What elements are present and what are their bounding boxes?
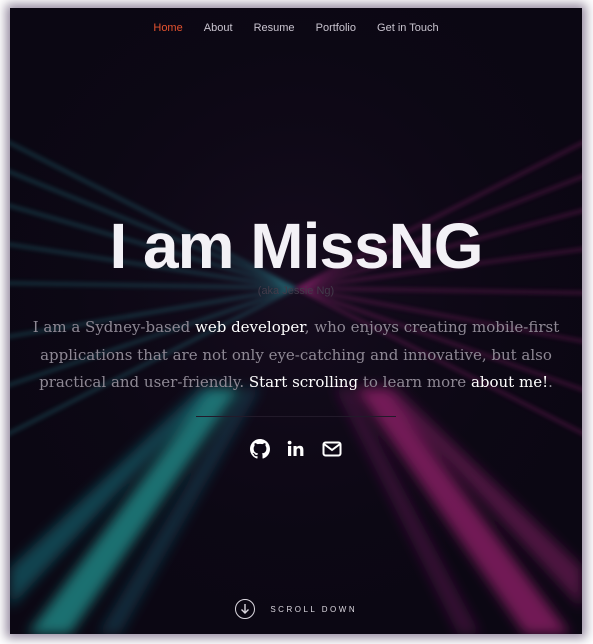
hero-title: I am MissNG xyxy=(109,210,483,282)
arrow-down-icon xyxy=(234,599,255,619)
top-nav: Home About Resume Portfolio Get in Touch xyxy=(10,22,582,34)
nav-item-home[interactable]: Home xyxy=(153,22,182,34)
start-scrolling-link[interactable]: Start scrolling xyxy=(249,373,358,391)
nav-item-portfolio[interactable]: Portfolio xyxy=(316,22,356,34)
hero-intro: I am a Sydney-based web developer, who e… xyxy=(24,314,568,397)
scroll-down-button[interactable]: SCROLL DOWN xyxy=(10,599,582,619)
about-me-link[interactable]: about me! xyxy=(471,373,548,391)
linkedin-icon[interactable] xyxy=(286,439,306,459)
hero-divider xyxy=(196,416,396,417)
hero-section: Home About Resume Portfolio Get in Touch… xyxy=(10,8,582,634)
mail-icon[interactable] xyxy=(322,439,342,459)
nav-item-get-in-touch[interactable]: Get in Touch xyxy=(377,22,439,34)
hero-aka: (aka Jessie Ng) xyxy=(257,285,335,297)
github-icon[interactable] xyxy=(249,439,270,459)
intro-text-4: . xyxy=(548,373,553,391)
nav-item-resume[interactable]: Resume xyxy=(254,22,295,34)
intro-text-1: I am a Sydney-based xyxy=(32,318,195,336)
social-links xyxy=(10,439,582,459)
intro-text-3: to learn more xyxy=(358,373,471,391)
nav-item-about[interactable]: About xyxy=(204,22,233,34)
web-developer-link[interactable]: web developer xyxy=(195,318,305,336)
scroll-down-label: SCROLL DOWN xyxy=(270,604,358,614)
